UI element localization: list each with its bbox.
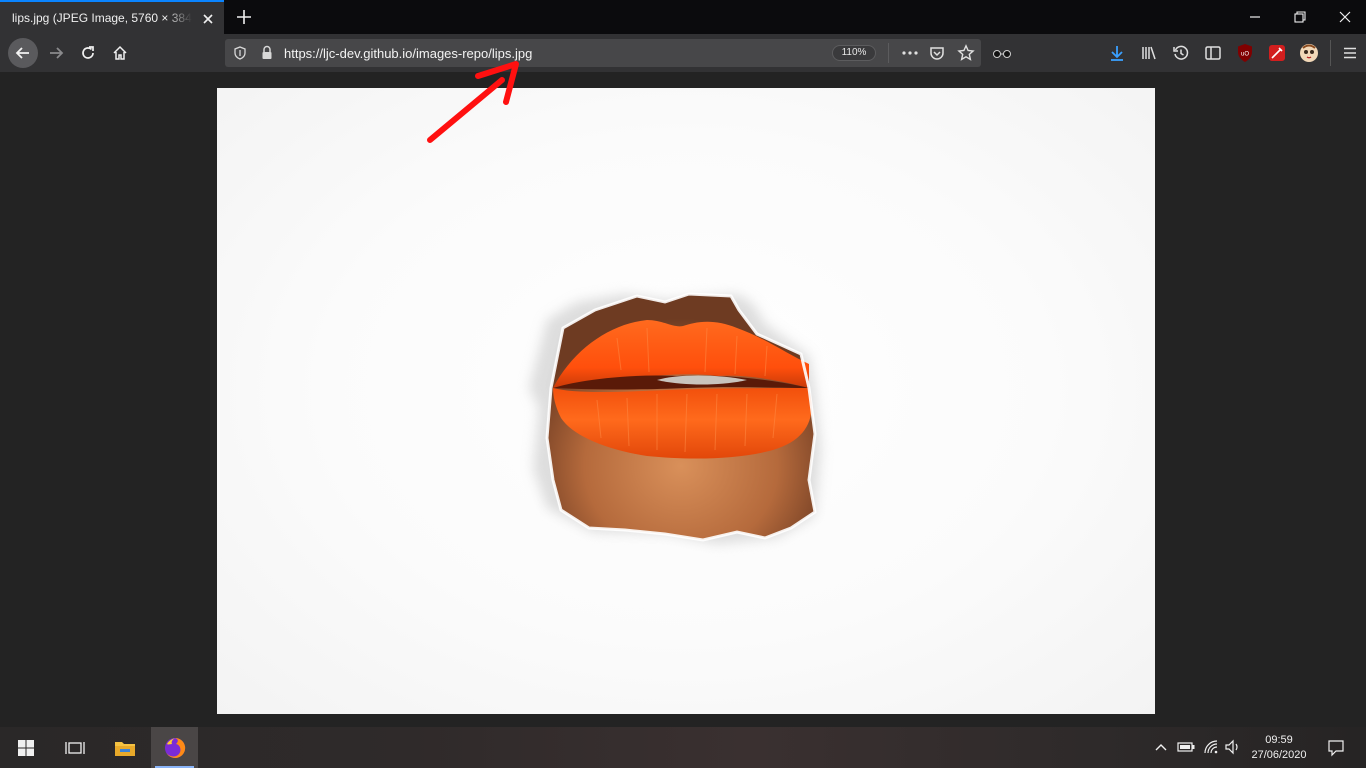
task-view-button[interactable] xyxy=(52,727,98,768)
url-separator xyxy=(888,43,889,63)
history-icon[interactable] xyxy=(1172,44,1190,62)
pocket-icon[interactable] xyxy=(929,45,945,61)
clock-date: 27/06/2020 xyxy=(1251,749,1307,761)
zoom-level-button[interactable]: 110% xyxy=(832,45,876,61)
plus-icon[interactable] xyxy=(234,7,254,27)
menu-icon[interactable] xyxy=(1341,44,1359,62)
tab-lips-jpg[interactable]: lips.jpg (JPEG Image, 5760 × 3840 pixels… xyxy=(0,0,224,34)
library-icon[interactable] xyxy=(1140,44,1158,62)
battery-icon[interactable] xyxy=(1177,741,1195,753)
task-view-icon xyxy=(65,741,85,754)
system-clock[interactable]: 09:59 27/06/2020 xyxy=(1246,733,1312,763)
close-icon[interactable] xyxy=(1336,8,1354,26)
file-explorer-button[interactable] xyxy=(100,727,150,768)
file-explorer-icon xyxy=(115,741,135,756)
shield-icon[interactable] xyxy=(233,46,247,60)
windows-start-button[interactable] xyxy=(0,727,52,768)
page-content xyxy=(0,61,1366,727)
tab-strip: lips.jpg (JPEG Image, 5760 × 3840 pixels… xyxy=(0,0,1366,34)
toolbar-separator xyxy=(1330,40,1331,66)
address-bar[interactable]: https://ljc-dev.github.io/images-repo/li… xyxy=(225,39,981,67)
back-arrow-icon xyxy=(15,47,29,59)
home-icon xyxy=(113,45,127,60)
back-button[interactable] xyxy=(8,38,38,68)
lips-photo-illustration xyxy=(529,292,821,544)
extension-icon[interactable] xyxy=(1268,44,1286,62)
red-arrow-annotation xyxy=(427,61,519,143)
tab-title: lips.jpg (JPEG Image, 5760 × 3840 pixels… xyxy=(12,11,192,25)
close-icon[interactable] xyxy=(200,11,216,27)
notifications-icon[interactable] xyxy=(1327,739,1345,757)
forward-button[interactable] xyxy=(42,39,70,67)
star-icon[interactable] xyxy=(957,44,975,62)
reload-button[interactable] xyxy=(74,39,102,67)
lock-icon[interactable] xyxy=(261,45,273,60)
restore-icon[interactable] xyxy=(1291,8,1309,26)
wifi-icon[interactable] xyxy=(1203,739,1219,755)
windows-taskbar: 09:59 27/06/2020 xyxy=(0,727,1366,768)
clock-time: 09:59 xyxy=(1265,734,1293,746)
more-icon[interactable] xyxy=(901,46,919,60)
navigation-toolbar: https://ljc-dev.github.io/images-repo/li… xyxy=(0,34,1366,72)
reload-icon xyxy=(82,46,94,59)
forward-arrow-icon xyxy=(50,47,64,59)
minimize-icon[interactable] xyxy=(1246,8,1264,26)
windows-start-icon xyxy=(18,739,34,756)
firefox-taskbar-button[interactable] xyxy=(151,727,198,768)
incognito-glasses-icon[interactable] xyxy=(992,46,1012,60)
home-button[interactable] xyxy=(106,39,134,67)
avatar-icon[interactable] xyxy=(1299,43,1319,63)
lips-image[interactable] xyxy=(217,88,1155,714)
download-icon[interactable] xyxy=(1108,44,1126,62)
firefox-icon xyxy=(164,737,185,758)
sidebar-icon[interactable] xyxy=(1204,44,1222,62)
svg-text:uO: uO xyxy=(1241,52,1249,58)
ublock-icon[interactable]: uO xyxy=(1236,43,1254,63)
chevron-up-icon[interactable] xyxy=(1154,741,1168,753)
volume-icon[interactable] xyxy=(1224,739,1242,755)
